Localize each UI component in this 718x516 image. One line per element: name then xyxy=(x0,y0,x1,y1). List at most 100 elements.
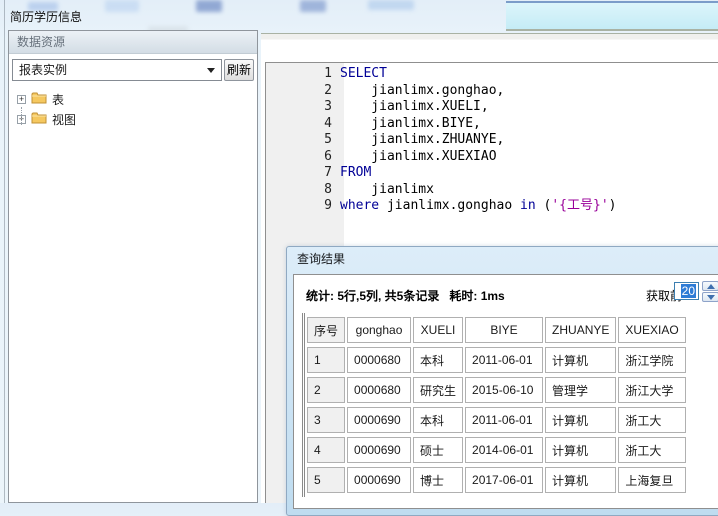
data-cell: 0000690 xyxy=(347,467,411,493)
code-text: jianlimx xyxy=(340,182,434,197)
code-text: jianlimx.BIYE, xyxy=(340,116,481,131)
background-artifact xyxy=(300,0,326,12)
data-source-panel: 数据资源 报表实例 刷新 +表+视图 xyxy=(8,30,258,503)
code-line: 9where jianlimx.gonghao in ('{工号}') xyxy=(266,198,718,215)
code-line: 4 jianlimx.BIYE, xyxy=(266,116,718,133)
code-text: where jianlimx.gonghao in ('{工号}') xyxy=(340,198,616,213)
row-number-cell: 1 xyxy=(307,347,345,373)
data-cell: 研究生 xyxy=(413,377,463,403)
data-cell: 2017-06-01 xyxy=(465,467,543,493)
elapsed-text: 耗时: 1ms xyxy=(449,289,504,303)
table-row[interactable]: 40000690硕士2014-06-01计算机浙工大 xyxy=(307,437,686,463)
query-results-content: 统计: 5行,5列, 共5条记录耗时: 1ms 获取前 20 序号gonghao… xyxy=(293,274,718,509)
column-header-XUEXIAO: XUEXIAO xyxy=(618,317,685,343)
data-cell: 0000690 xyxy=(347,437,411,463)
query-results-panel: 查询结果 统计: 5行,5列, 共5条记录耗时: 1ms 获取前 20 序号go… xyxy=(286,246,718,516)
sql-token-kw: where xyxy=(340,198,387,213)
datasource-select[interactable]: 报表实例 xyxy=(12,59,222,81)
tree-connector-line xyxy=(21,107,22,125)
row-number-cell: 2 xyxy=(307,377,345,403)
code-text: jianlimx.ZHUANYE, xyxy=(340,132,504,147)
data-cell: 浙江大学 xyxy=(618,377,685,403)
data-cell: 2011-06-01 xyxy=(465,407,543,433)
code-text: FROM xyxy=(340,165,371,180)
table-body: 10000680本科2011-06-01计算机浙江学院20000680研究生20… xyxy=(307,347,686,493)
line-number: 6 xyxy=(266,149,338,166)
stats-text: 统计: 5行,5列, 共5条记录耗时: 1ms xyxy=(306,287,505,304)
data-cell: 本科 xyxy=(413,407,463,433)
data-cell: 浙工大 xyxy=(618,407,685,433)
data-cell: 2014-06-01 xyxy=(465,437,543,463)
data-cell: 计算机 xyxy=(545,467,616,493)
column-header-序号: 序号 xyxy=(307,317,345,343)
query-results-title: 查询结果 xyxy=(287,247,718,271)
data-cell: 2015-06-10 xyxy=(465,377,543,403)
code-text: jianlimx.XUEXIAO xyxy=(340,149,497,164)
spin-down-button[interactable] xyxy=(702,292,718,302)
arrow-up-icon xyxy=(707,284,715,289)
folder-icon xyxy=(31,111,47,127)
sql-token-id: jianlimx xyxy=(340,182,434,197)
column-header-XUELI: XUELI xyxy=(413,317,463,343)
data-cell: 硕士 xyxy=(413,437,463,463)
line-number: 2 xyxy=(266,83,338,100)
background-artifact xyxy=(105,0,139,12)
sql-token-id: jianlimx.XUELI, xyxy=(340,99,489,114)
data-source-header: 数据资源 xyxy=(9,31,257,54)
dialog-border xyxy=(4,0,5,503)
data-cell: 计算机 xyxy=(545,437,616,463)
expand-plus-icon[interactable]: + xyxy=(17,95,26,104)
spin-up-button[interactable] xyxy=(702,281,718,291)
sql-token-str: '{工号}' xyxy=(551,198,608,213)
data-cell: 2011-06-01 xyxy=(465,347,543,373)
code-line: 1SELECT xyxy=(266,66,718,83)
line-number: 7 xyxy=(266,165,338,182)
sql-token-id: jianlimx.ZHUANYE, xyxy=(340,132,504,147)
code-line: 2 jianlimx.gonghao, xyxy=(266,83,718,100)
column-header-gonghao: gonghao xyxy=(347,317,411,343)
tree-item-tables[interactable]: +表 xyxy=(17,89,257,109)
column-header-BIYE: BIYE xyxy=(465,317,543,343)
data-cell: 浙工大 xyxy=(618,437,685,463)
line-number: 9 xyxy=(266,198,338,215)
tree-item-views[interactable]: +视图 xyxy=(17,109,257,129)
background-artifact xyxy=(196,0,222,12)
line-number: 3 xyxy=(266,99,338,116)
sql-token-id: jianlimx.XUEXIAO xyxy=(340,149,497,164)
table-row[interactable]: 30000690本科2011-06-01计算机浙工大 xyxy=(307,407,686,433)
resource-tree: +表+视图 xyxy=(9,81,257,129)
data-cell: 本科 xyxy=(413,347,463,373)
column-header-ZHUANYE: ZHUANYE xyxy=(545,317,616,343)
code-line: 3 jianlimx.XUELI, xyxy=(266,99,718,116)
table-row[interactable]: 10000680本科2011-06-01计算机浙江学院 xyxy=(307,347,686,373)
row-number-cell: 4 xyxy=(307,437,345,463)
chevron-down-icon[interactable] xyxy=(207,68,215,73)
line-number: 5 xyxy=(266,132,338,149)
table-row[interactable]: 50000690博士2017-06-01计算机上海复旦 xyxy=(307,467,686,493)
data-cell: 博士 xyxy=(413,467,463,493)
data-cell: 计算机 xyxy=(545,407,616,433)
data-cell: 浙江学院 xyxy=(618,347,685,373)
line-number: 8 xyxy=(266,182,338,199)
data-cell: 上海复旦 xyxy=(618,467,685,493)
sql-editor-lines: 1SELECT2 jianlimx.gonghao,3 jianlimx.XUE… xyxy=(266,63,718,215)
tree-item-label: 表 xyxy=(52,91,64,108)
fetch-count-input[interactable]: 20 xyxy=(674,282,699,300)
sql-token-id: jianlimx.gonghao, xyxy=(340,83,504,98)
tree-item-label: 视图 xyxy=(52,111,76,128)
data-cell: 0000680 xyxy=(347,347,411,373)
data-cell: 管理学 xyxy=(545,377,616,403)
code-text: jianlimx.XUELI, xyxy=(340,99,489,114)
arrow-down-icon xyxy=(707,295,715,300)
table-row[interactable]: 20000680研究生2015-06-10管理学浙江大学 xyxy=(307,377,686,403)
code-line: 7FROM xyxy=(266,165,718,182)
code-line: 5 jianlimx.ZHUANYE, xyxy=(266,132,718,149)
data-cell: 0000690 xyxy=(347,407,411,433)
refresh-button[interactable]: 刷新 xyxy=(224,59,254,81)
line-number: 4 xyxy=(266,116,338,133)
background-artifact xyxy=(368,0,414,10)
results-table-wrap: 序号gonghaoXUELIBIYEZHUANYEXUEXIAO 1000068… xyxy=(302,313,688,497)
sql-token-id: ) xyxy=(609,198,617,213)
code-text: SELECT xyxy=(340,66,387,81)
background-window-strip xyxy=(506,1,718,31)
